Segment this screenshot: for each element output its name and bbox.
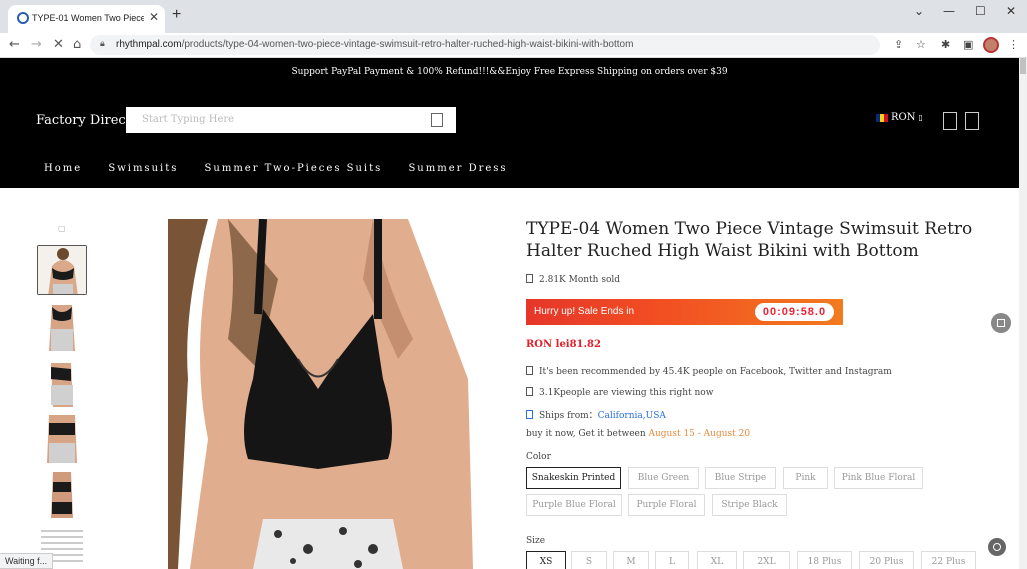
url-bar[interactable]: 🔒︎ rhythmpal.com/products/type-04-women-…: [90, 35, 880, 55]
stop-loading-icon[interactable]: ✕: [53, 37, 64, 52]
browser-menu-icon[interactable]: ⋮: [1008, 38, 1019, 51]
currency-selector[interactable]: RON ▯: [876, 112, 923, 123]
thumbnail-4[interactable]: [37, 413, 87, 463]
viewing-note: 3.1Kpeople are viewing this right now: [526, 387, 713, 398]
ships-from: Ships from：California,USA: [526, 408, 666, 421]
delivery-estimate: buy it now, Get it between August 15 - A…: [526, 429, 751, 439]
color-label: Color: [526, 452, 551, 462]
main-product-image[interactable]: [168, 219, 473, 569]
color-option-purple-floral[interactable]: Purple Floral: [628, 494, 705, 516]
thumbnail-1[interactable]: [37, 245, 87, 295]
browser-status-bar: Waiting f...: [0, 553, 54, 569]
nav-item-home[interactable]: Home: [44, 163, 82, 174]
forward-icon[interactable]: →: [31, 37, 42, 52]
site-logo[interactable]: Factory Direct: [36, 113, 131, 128]
site-header: Factory Direct Start Typing Here RON ▯ Ho…: [0, 86, 1019, 188]
cart-icon[interactable]: [965, 112, 979, 130]
help-icon: [993, 543, 1001, 551]
home-icon[interactable]: ⌂: [73, 37, 81, 52]
sold-count: 2.81K Month sold: [526, 274, 620, 285]
chat-icon: [997, 319, 1005, 327]
size-option-s[interactable]: S: [571, 551, 607, 569]
new-tab-icon[interactable]: +: [172, 6, 181, 24]
gallery-up-icon[interactable]: ▢: [58, 224, 66, 233]
nav-item-summer-two-pieces-suits[interactable]: Summer Two-Pieces Suits: [205, 163, 383, 174]
color-option-snakeskin-printed[interactable]: Snakeskin Printed: [526, 467, 621, 489]
main-nav: Home Swimsuits Summer Two-Pieces Suits S…: [44, 163, 529, 174]
nav-item-swimsuits[interactable]: Swimsuits: [108, 163, 178, 174]
sale-countdown-label: Hurry up! Sale Ends in: [534, 306, 635, 317]
color-option-stripe-black[interactable]: Stripe Black: [712, 494, 787, 516]
thumbnail-2[interactable]: [37, 301, 87, 351]
account-icon[interactable]: [943, 112, 957, 130]
color-option-purple-blue-floral[interactable]: Purple Blue Floral: [526, 494, 622, 516]
size-option-xs[interactable]: XS: [526, 551, 566, 569]
truck-icon: [526, 410, 533, 419]
site-favicon-icon: [17, 12, 29, 24]
browser-tab[interactable]: TYPE-01 Women Two Piece Vintage Swimsuit…: [8, 5, 165, 33]
size-label: Size: [526, 536, 546, 546]
floating-action-button[interactable]: [991, 313, 1011, 333]
thumbnail-5[interactable]: [37, 468, 87, 518]
sale-countdown-timer: 00:09:58.0: [755, 303, 834, 321]
page-scrollbar[interactable]: [1019, 58, 1027, 569]
thumbnail-gallery: ▢: [36, 218, 88, 569]
color-option-blue-green[interactable]: Blue Green: [628, 467, 699, 489]
color-option-pink-blue-floral[interactable]: Pink Blue Floral: [834, 467, 923, 489]
color-option-blue-stripe[interactable]: Blue Stripe: [705, 467, 776, 489]
romania-flag-icon: [876, 113, 888, 122]
color-option-pink[interactable]: Pink: [783, 467, 828, 489]
sale-countdown-banner: Hurry up! Sale Ends in 00:09:58.0: [526, 299, 843, 325]
currency-code: RON: [891, 112, 916, 123]
size-option-2xl[interactable]: 2XL: [743, 551, 790, 569]
support-widget-button[interactable]: [988, 538, 1006, 556]
browser-tab-bar: TYPE-01 Women Two Piece Vintage Swimsuit…: [0, 0, 1027, 33]
scrollbar-thumb[interactable]: [1020, 58, 1026, 74]
close-tab-icon[interactable]: ✕: [149, 10, 159, 24]
product-title: TYPE-04 Women Two Piece Vintage Swimsuit…: [526, 219, 973, 261]
recommended-note: It's been recommended by 45.4K people on…: [526, 366, 892, 377]
thumbnail-3[interactable]: [37, 357, 87, 407]
size-option-22-plus[interactable]: 22 Plus: [921, 551, 976, 569]
product-price: RON lei81.82: [526, 339, 601, 350]
profile-avatar[interactable]: [983, 37, 999, 53]
close-window-icon[interactable]: ✕: [1006, 4, 1016, 18]
promo-banner: Support PayPal Payment & 100% Refund!!!&…: [0, 58, 1019, 86]
tab-title: TYPE-01 Women Two Piece Vintage Swimsuit: [32, 13, 144, 23]
web-page: Support PayPal Payment & 100% Refund!!!&…: [0, 58, 1019, 569]
eye-icon: [526, 387, 533, 396]
thumbs-up-icon: [526, 366, 533, 375]
search-input[interactable]: Start Typing Here: [126, 107, 456, 133]
size-option-18-plus[interactable]: 18 Plus: [797, 551, 852, 569]
ships-from-location[interactable]: California,USA: [598, 411, 666, 421]
search-icon[interactable]: [431, 113, 443, 127]
extensions-icon[interactable]: ✱: [941, 38, 950, 51]
nav-item-summer-dress[interactable]: Summer Dress: [408, 163, 507, 174]
minimize-icon[interactable]: —: [943, 4, 955, 18]
bag-icon: [526, 274, 533, 283]
share-icon[interactable]: ⇪: [894, 38, 903, 51]
side-panel-icon[interactable]: ▣: [963, 38, 973, 51]
back-icon[interactable]: ←: [9, 37, 20, 52]
lock-icon[interactable]: 🔒︎: [100, 39, 105, 49]
chevron-down-icon: ▯: [918, 113, 923, 122]
size-option-xl[interactable]: XL: [697, 551, 737, 569]
maximize-icon[interactable]: ☐: [975, 4, 986, 18]
size-option-20-plus[interactable]: 20 Plus: [859, 551, 914, 569]
bookmark-star-icon[interactable]: ☆: [916, 38, 926, 51]
address-toolbar: ← → ✕ ⌂ 🔒︎ rhythmpal.com/products/type-0…: [0, 33, 1027, 58]
tab-search-chevron-icon[interactable]: ⌄: [914, 4, 924, 18]
size-option-m[interactable]: M: [613, 551, 649, 569]
size-option-l[interactable]: L: [655, 551, 689, 569]
search-placeholder: Start Typing Here: [142, 114, 235, 125]
url-text[interactable]: rhythmpal.com/products/type-04-women-two…: [116, 39, 633, 50]
